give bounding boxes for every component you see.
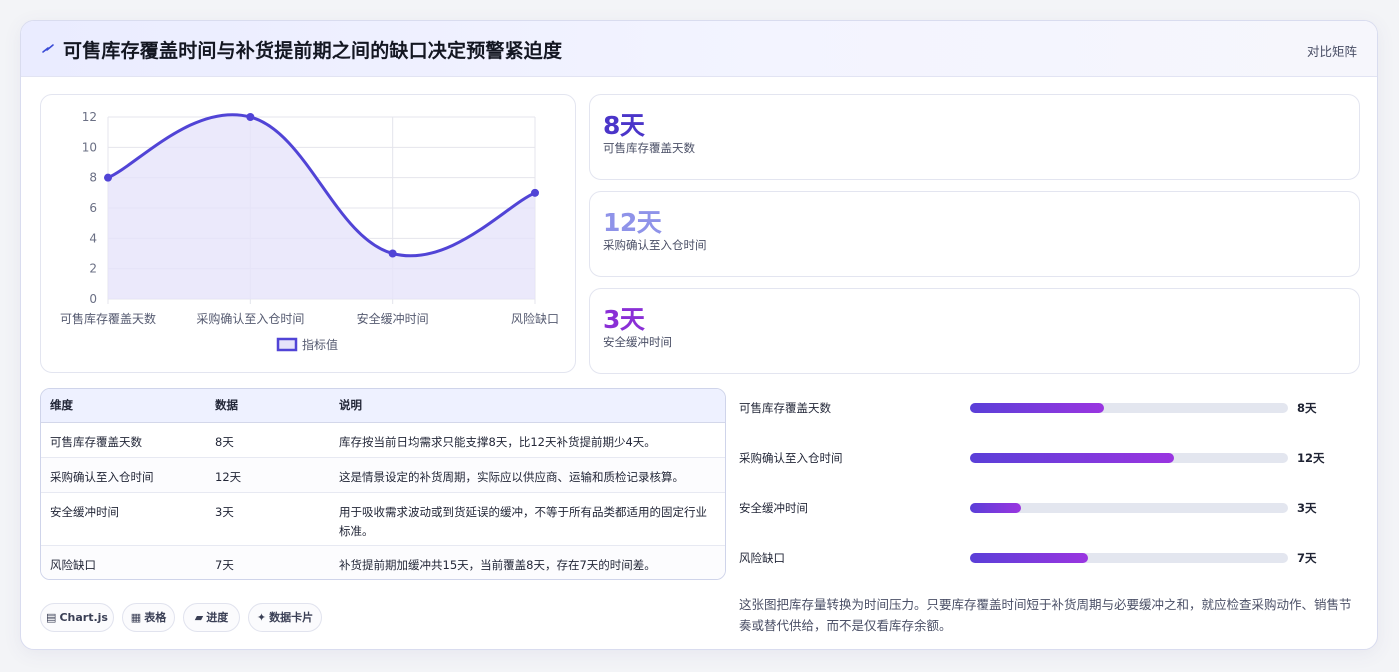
x-tick-label: 采购确认至入仓时间 [196,311,304,326]
progress-row: 可售库存覆盖天数 8天 [739,399,1339,419]
table-cell: 12天 [206,457,330,493]
progress-row: 风险缺口 7天 [739,549,1339,569]
sparkle-icon: ✦ [256,611,267,624]
table-header-row: 维度 数据 说明 [41,389,725,423]
tag-label: 进度 [206,611,229,624]
progress-track [970,503,1288,513]
tag-label: 数据卡片 [269,611,314,624]
y-tick-label: 8 [89,171,97,185]
kpi-value: 3天 [603,305,645,334]
table-cell: 风险缺口 [50,557,96,572]
tag-label: 表格 [144,611,167,624]
table-cell: 3天 [206,492,330,546]
progress-track [970,403,1288,413]
area-fill [108,114,535,299]
table-row: 安全缓冲时间 3天 用于吸收需求波动或到货延误的缓冲，不等于所有品类都适用的固定… [41,492,725,546]
data-point [246,113,255,121]
progress-track [970,453,1288,463]
table-cell: 安全缓冲时间 [41,492,206,546]
kpi-label: 安全缓冲时间 [603,335,672,349]
progress-list: 可售库存覆盖天数 8天 采购确认至入仓时间 12天 安全缓冲时间 3天 风险缺口… [739,391,1339,591]
view-mode-label[interactable]: 对比矩阵 [1307,41,1357,60]
header: 可售库存覆盖时间与补货提前期之间的缺口决定预警紧迫度 对比矩阵 [21,21,1377,77]
x-tick-label: 风险缺口 [511,311,559,326]
column-header: 数据 [206,389,330,423]
progress-track [970,553,1288,563]
table-row: 风险缺口 7天 补货提前期加缓冲共15天，当前覆盖8天，存在7天的时间差。 [41,545,725,579]
table-cell: 这是情景设定的补货周期，实际应以供应商、运输和质检记录核算。 [330,457,725,493]
summary-note: 这张图把库存量转换为时间压力。只要库存覆盖时间短于补货周期与必要缓冲之和，就应检… [739,597,1352,633]
x-tick-label: 可售库存覆盖天数 [60,311,156,326]
x-tick-label: 安全缓冲时间 [357,311,429,326]
data-point [104,173,112,182]
kpi-card-buffer: 3天 安全缓冲时间 [589,288,1360,374]
table-cell: 用于吸收需求波动或到货延误的缓冲，不等于所有品类都适用的固定行业标准。 [330,492,725,546]
data-point [531,188,539,197]
dashboard-card: 可售库存覆盖时间与补货提前期之间的缺口决定预警紧迫度 对比矩阵 0 2 4 6 8 10 1… [20,20,1378,650]
progress-icon: ▰ [194,611,204,624]
table-cell: 补货提前期加缓冲共15天，当前覆盖8天，存在7天的时间差。 [339,557,656,572]
table-row: 采购确认至入仓时间 12天 这是情景设定的补货周期，实际应以供应商、运输和质检记… [41,457,725,493]
tag-label: Chart.js [59,611,108,624]
table-cell: 库存按当前日均需求只能支撑8天，比12天补货提前期少4天。 [330,422,725,458]
kpi-label: 可售库存覆盖天数 [603,141,695,155]
kpi-value: 8天 [603,111,645,140]
tag-data-cards[interactable]: ✦ 数据卡片 [248,603,322,632]
table-cell: 7天 [215,557,234,572]
page-title: 可售库存覆盖时间与补货提前期之间的缺口决定预警紧迫度 [63,40,563,62]
bolt-icon [42,44,54,53]
legend-label: 指标值 [302,337,338,352]
progress-value: 3天 [1297,501,1317,515]
kpi-value: 12天 [603,208,662,237]
progress-value: 8天 [1297,401,1317,415]
table-cell: 采购确认至入仓时间 [41,457,206,493]
progress-fill [970,453,1174,463]
line-chart: 0 2 4 6 8 10 12 可售库存覆盖天数 采购确认至入仓时间 安全缓冲时间 风险缺口指标值 [60,110,559,352]
data-table: 维度 数据 说明 可售库存覆盖天数 8天 库存按当前日均需求只能支撑8天，比12… [40,388,726,580]
progress-label: 风险缺口 [739,551,785,565]
chart-icon: ▤ [46,611,57,624]
kpi-card-coverage: 8天 可售库存覆盖天数 [589,94,1360,180]
progress-fill [970,403,1104,413]
y-tick-label: 0 [89,292,97,306]
y-tick-label: 12 [82,110,97,124]
tag-progress[interactable]: ▰ 进度 [183,603,240,632]
progress-label: 安全缓冲时间 [739,501,808,515]
y-tick-label: 10 [82,140,97,154]
tag-chartjs[interactable]: ▤ Chart.js [40,603,114,632]
progress-value: 7天 [1297,551,1317,565]
tag-table[interactable]: ▦ 表格 [122,603,175,632]
progress-fill [970,553,1088,563]
y-tick-label: 6 [89,201,97,215]
data-point [388,249,397,258]
table-row: 可售库存覆盖天数 8天 库存按当前日均需求只能支撑8天，比12天补货提前期少4天… [41,422,725,458]
progress-row: 安全缓冲时间 3天 [739,499,1339,519]
y-tick-label: 4 [89,231,97,245]
table-cell: 可售库存覆盖天数 [41,422,206,458]
progress-label: 采购确认至入仓时间 [739,451,843,465]
line-chart-panel: 0 2 4 6 8 10 12 可售库存覆盖天数 采购确认至入仓时间 安全缓冲时间 风险缺口指标值 [40,94,576,373]
progress-value: 12天 [1297,451,1325,465]
table-icon: ▦ [130,611,142,624]
y-tick-label: 2 [89,262,97,276]
table-cell: 8天 [206,422,330,458]
kpi-label: 采购确认至入仓时间 [603,238,707,252]
column-header: 说明 [330,389,725,423]
progress-row: 采购确认至入仓时间 12天 [739,449,1339,469]
kpi-card-leadtime: 12天 采购确认至入仓时间 [589,191,1360,277]
progress-label: 可售库存覆盖天数 [739,401,831,415]
legend-swatch [276,337,298,352]
progress-fill [970,503,1021,513]
column-header: 维度 [41,389,206,423]
